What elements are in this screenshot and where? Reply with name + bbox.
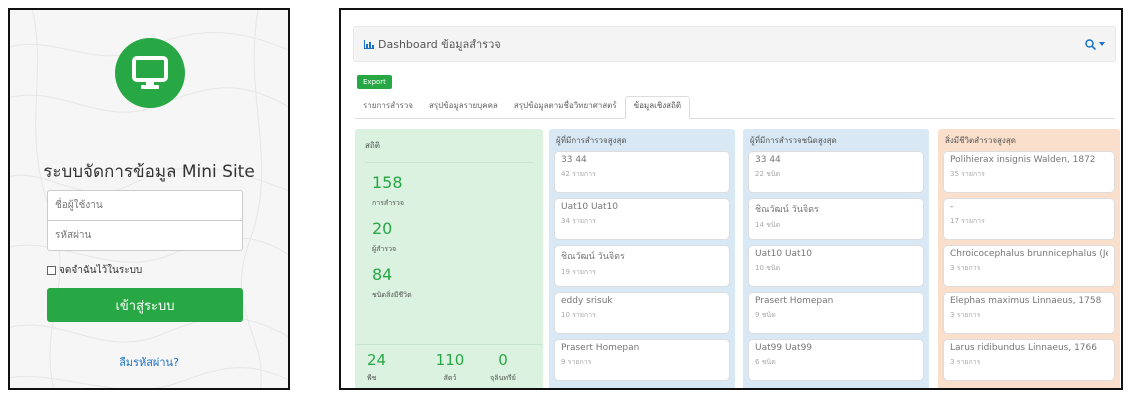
list-item[interactable]: Larus ridibundus Linnaeus, 1766 3 รายการ [943, 339, 1115, 381]
top-species-surveyors-heading: ผู้ที่มีการสำรวจชนิดสูงสุด [750, 135, 837, 145]
list-item[interactable]: 33 44 22 ชนิด [748, 151, 924, 193]
list-item[interactable]: Prasert Homepan 9 รายการ [554, 339, 730, 381]
list-item[interactable]: - 17 รายการ [943, 198, 1115, 240]
bar-chart-icon [364, 39, 374, 49]
item-count: 10 รายการ [561, 311, 596, 319]
list-item[interactable]: ชิณวัฒน์ วันจิตร 19 รายการ [554, 245, 730, 287]
item-count: 19 รายการ [561, 268, 596, 276]
list-item[interactable]: ชิณวัฒน์ วันจิตร 14 ชนิด [748, 198, 924, 240]
item-count: 42 รายการ [561, 170, 596, 178]
stat-value: 20 [372, 219, 393, 238]
tab-statistics[interactable]: ข้อมูลเชิงสถิติ [624, 96, 691, 119]
stats-column: สถิติ 158 การสำรวจ 20 ผู้สำรวจ 84 ชนิดสิ… [355, 129, 543, 388]
stat-value: 110 [435, 351, 465, 369]
password-placeholder: รหัสผ่าน [55, 230, 92, 241]
stat-label: จุลินทรีย์ [490, 374, 516, 382]
top-surveyors-column: ผู้ที่มีการสำรวจสูงสุด 33 44 42 รายการ U… [549, 129, 735, 388]
password-field[interactable]: รหัสผ่าน [47, 220, 243, 251]
item-count: 17 รายการ [950, 217, 985, 225]
stat-label: พืช [367, 374, 377, 382]
list-item[interactable]: Uat99 Uat99 6 ชนิด [748, 339, 924, 381]
stat-value: 24 [367, 351, 387, 369]
list-item[interactable]: Uat10 Uat10 34 รายการ [554, 198, 730, 240]
stat-plants: 24 พืช [367, 351, 422, 388]
item-name: Polihierax insignis Walden, 1872 [950, 155, 1096, 165]
username-placeholder: ชื่อผู้ใช้งาน [55, 200, 103, 211]
username-field[interactable]: ชื่อผู้ใช้งาน [47, 190, 243, 221]
remember-label: จดจำฉันไว้ในระบบ [59, 265, 143, 276]
item-count: 9 ชนิด [755, 311, 776, 319]
tab-person-summary[interactable]: สรุปข้อมูลรายบุคคล [421, 95, 506, 118]
remember-checkbox[interactable] [47, 266, 56, 275]
dashboard-header: Dashboard ข้อมูลสำรวจ [353, 26, 1116, 62]
top-surveyors-heading: ผู้ที่มีการสำรวจสูงสุด [556, 135, 627, 145]
login-panel: ระบบจัดการข้อมูล Mini Site ชื่อผู้ใช้งาน… [8, 8, 290, 390]
item-count: 6 ชนิด [755, 358, 776, 366]
search-icon [1085, 38, 1096, 50]
item-count: 10 ชนิด [755, 264, 781, 272]
item-count: 9 รายการ [561, 358, 592, 366]
remember-me[interactable]: จดจำฉันไว้ในระบบ [47, 263, 142, 278]
top-organisms-column: สิ่งมีชีวิตสำรวจสูงสุด Polihierax insign… [938, 129, 1120, 388]
stat-label: ผู้สำรวจ [372, 245, 397, 253]
top-species-surveyors-column: ผู้ที่มีการสำรวจชนิดสูงสุด 33 44 22 ชนิด… [743, 129, 929, 388]
item-count: 3 รายการ [950, 264, 981, 272]
stat-label: การสำรวจ [372, 199, 404, 207]
item-name: - [950, 202, 954, 212]
list-item[interactable]: Polihierax insignis Walden, 1872 35 รายก… [943, 151, 1115, 193]
item-name: Uat10 Uat10 [561, 202, 619, 212]
item-count: 14 ชนิด [755, 221, 781, 229]
list-item[interactable]: 33 44 42 รายการ [554, 151, 730, 193]
stat-label: สัตว์ [443, 374, 457, 382]
export-button[interactable]: Export [357, 75, 392, 89]
stat-value: 158 [372, 173, 403, 192]
caret-down-icon [1099, 42, 1105, 46]
stat-animals: 110 สัตว์ [422, 351, 478, 388]
item-name: Larus ridibundus Linnaeus, 1766 [950, 343, 1097, 353]
item-name: 33 44 [755, 155, 781, 165]
forgot-password-link[interactable]: ลืมรหัสผ่าน? [10, 353, 288, 371]
list-item[interactable]: Prasert Homepan 9 ชนิด [748, 292, 924, 334]
stat-microbes: 0 จุลินทรีย์ [478, 351, 528, 388]
login-button[interactable]: เข้าสู่ระบบ [47, 288, 243, 322]
tab-bar: รายการสำรวจ สรุปข้อมูลรายบุคคล สรุปข้อมู… [355, 96, 1115, 119]
stat-surveyors: 20 ผู้สำรวจ [360, 219, 538, 255]
item-name: Prasert Homepan [755, 296, 834, 306]
dashboard-panel: Dashboard ข้อมูลสำรวจ Export รายการสำรวจ… [339, 8, 1123, 390]
item-name: eddy srisuk [561, 296, 613, 306]
stat-species: 84 ชนิดสิ่งมีชีวิต [360, 265, 538, 301]
item-count: 3 รายการ [950, 358, 981, 366]
search-dropdown[interactable] [1085, 38, 1105, 50]
stats-breakdown: 24 พืช 110 สัตว์ 0 จุลินทรีย์ [355, 344, 543, 388]
stats-heading: สถิติ [365, 129, 533, 163]
dashboard-title-text: Dashboard ข้อมูลสำรวจ [378, 38, 501, 51]
item-count: 22 ชนิด [755, 170, 781, 178]
item-count: 34 รายการ [561, 217, 596, 225]
list-item[interactable]: Uat10 Uat10 10 ชนิด [748, 245, 924, 287]
item-name: 33 44 [561, 155, 587, 165]
stat-label: ชนิดสิ่งมีชีวิต [372, 291, 412, 299]
item-name: Prasert Homepan [561, 343, 640, 353]
tab-scientific-name-summary[interactable]: สรุปข้อมูลตามชื่อวิทยาศาสตร์ [506, 95, 625, 118]
list-item[interactable]: Elephas maximus Linnaeus, 1758 3 รายการ [943, 292, 1115, 334]
monitor-icon [132, 56, 168, 89]
top-organisms-heading: สิ่งมีชีวิตสำรวจสูงสุด [945, 135, 1016, 145]
logo [115, 38, 185, 108]
item-name: Uat10 Uat10 [755, 249, 813, 259]
item-name: Elephas maximus Linnaeus, 1758 [950, 296, 1102, 306]
item-name: Chroicocephalus brunnicephalus (Jerdon [950, 249, 1108, 259]
dashboard-title: Dashboard ข้อมูลสำรวจ [364, 35, 501, 53]
item-name: Uat99 Uat99 [755, 343, 813, 353]
stat-surveys: 158 การสำรวจ [360, 173, 538, 209]
list-item[interactable]: eddy srisuk 10 รายการ [554, 292, 730, 334]
stat-value: 0 [498, 351, 508, 369]
item-name: ชิณวัฒน์ วันจิตร [561, 252, 625, 262]
tab-survey-list[interactable]: รายการสำรวจ [355, 95, 421, 118]
list-item[interactable]: Chroicocephalus brunnicephalus (Jerdon 3… [943, 245, 1115, 287]
item-name: ชิณวัฒน์ วันจิตร [755, 205, 819, 215]
login-title: ระบบจัดการข้อมูล Mini Site [43, 162, 255, 182]
stat-value: 84 [372, 265, 393, 284]
item-count: 35 รายการ [950, 170, 985, 178]
item-count: 3 รายการ [950, 311, 981, 319]
